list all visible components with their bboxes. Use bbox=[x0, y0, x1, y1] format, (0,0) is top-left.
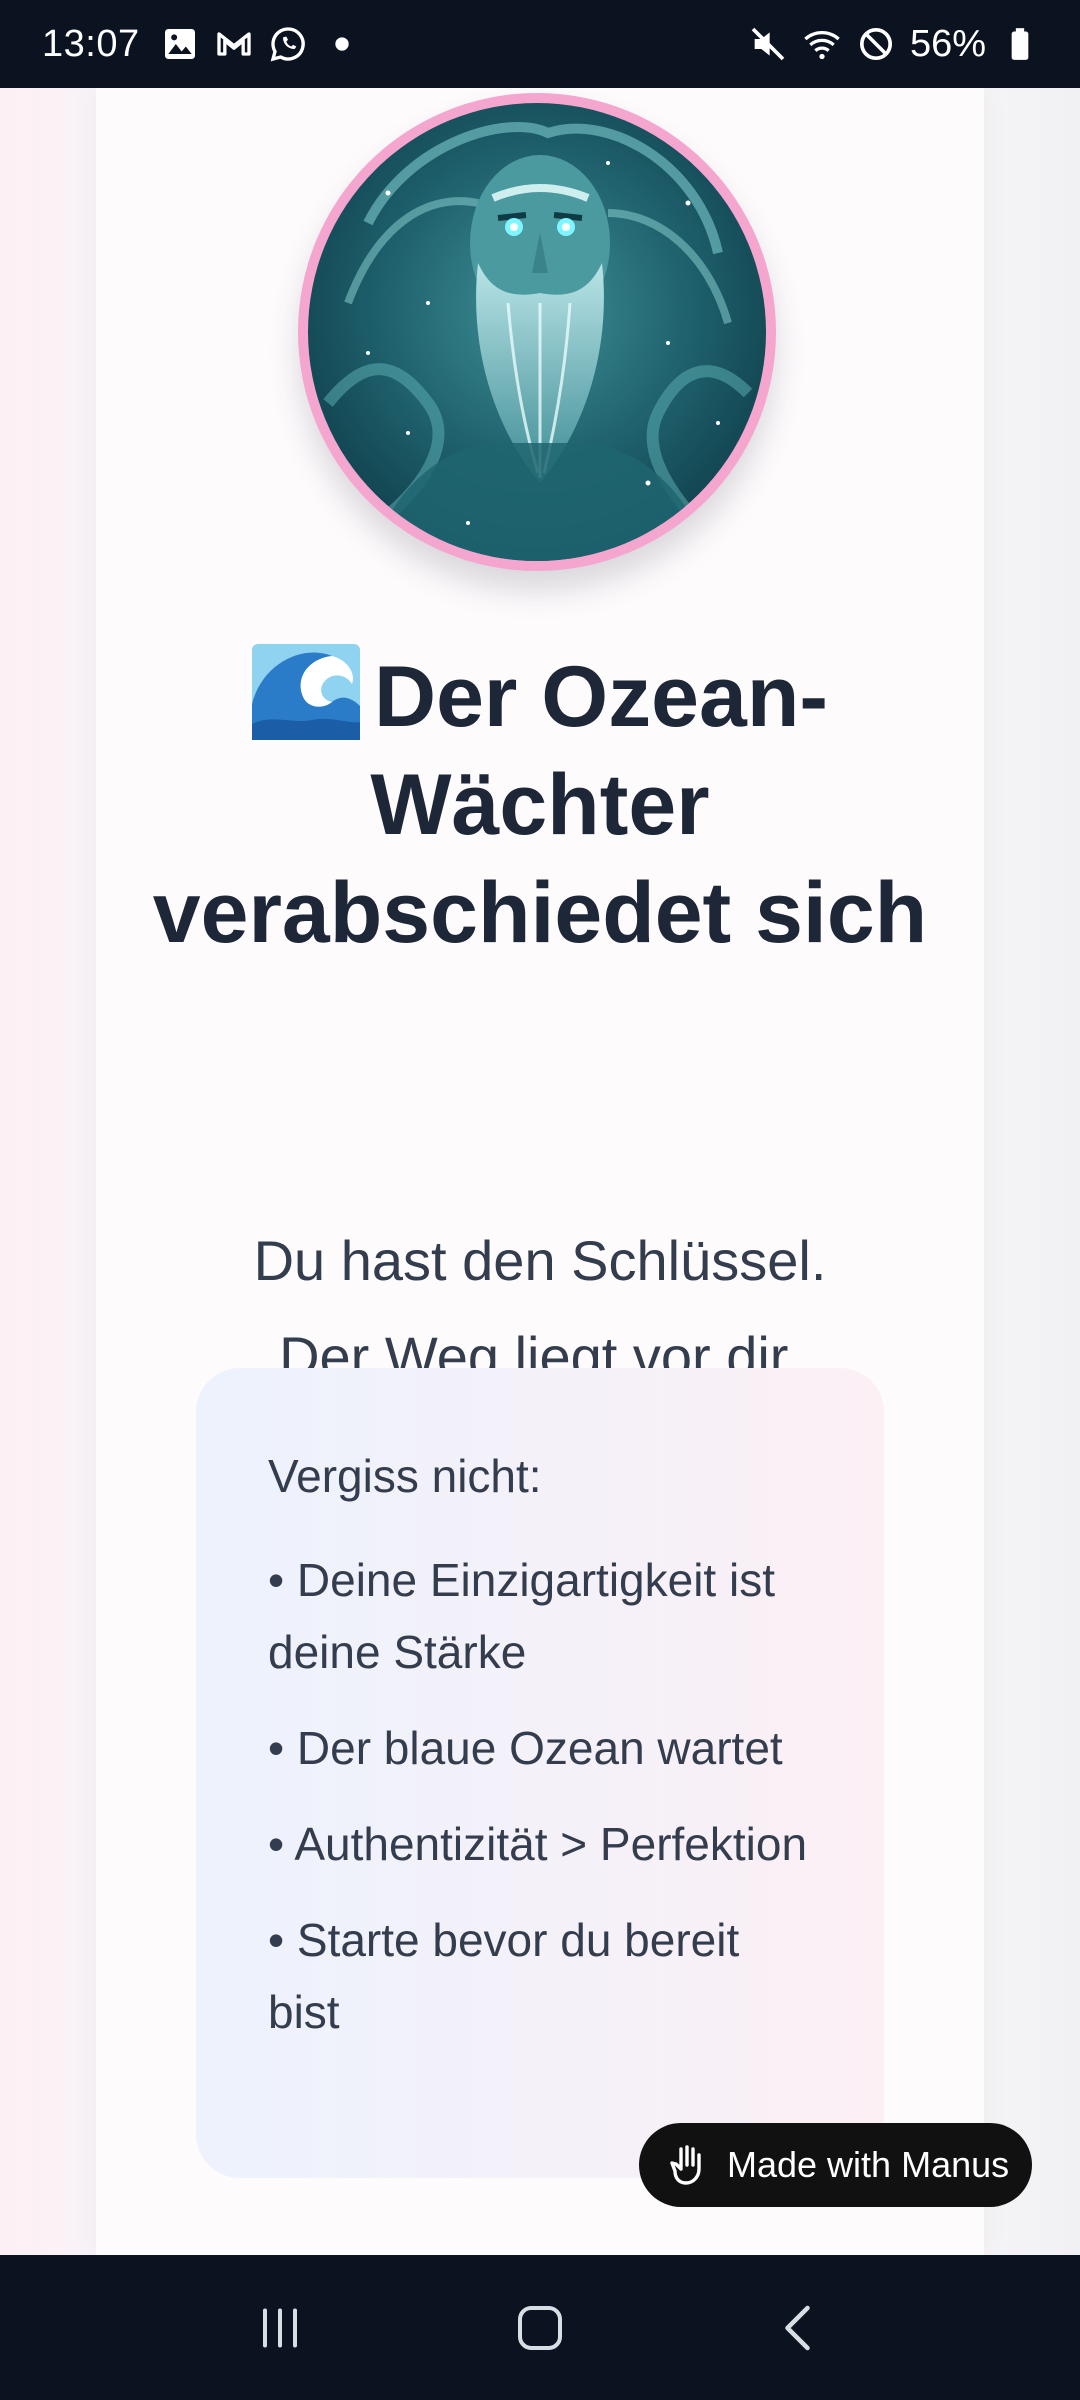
page-title: Der Ozean-Wächter verabschiedet sich bbox=[136, 643, 944, 967]
mute-icon bbox=[748, 24, 788, 64]
back-button[interactable] bbox=[760, 2288, 840, 2368]
reminder-heading: Vergiss nicht: bbox=[268, 1450, 542, 1502]
subtitle-line-1: Du hast den Schlüssel. bbox=[253, 1229, 827, 1292]
made-with-manus-label: Made with Manus bbox=[727, 2144, 1010, 2185]
reminder-item: • Authentizität > Perfektion bbox=[268, 1818, 808, 1870]
gmail-icon bbox=[214, 24, 254, 64]
navigation-bar bbox=[0, 2255, 1080, 2400]
battery-level: 56% bbox=[909, 22, 986, 65]
reminder-item: • Starte bevor du bereit bist bbox=[268, 1914, 740, 2038]
dot-icon bbox=[322, 24, 362, 64]
avatar-ring bbox=[298, 93, 776, 571]
home-button[interactable] bbox=[500, 2288, 580, 2368]
wave-icon bbox=[251, 644, 360, 740]
status-left: 13:07 bbox=[42, 23, 362, 66]
reminder-item: • Deine Einzigartigkeit ist deine Stärke bbox=[268, 1554, 775, 1678]
made-with-manus-button[interactable]: Made with Manus bbox=[639, 2123, 1032, 2207]
manus-hand-icon bbox=[665, 2141, 713, 2189]
recent-apps-button[interactable] bbox=[240, 2288, 320, 2368]
whatsapp-icon bbox=[268, 24, 308, 64]
ocean-guardian-avatar bbox=[308, 103, 766, 561]
do-not-disturb-icon bbox=[856, 24, 896, 64]
status-right: 56% bbox=[748, 23, 1040, 66]
reminder-item: • Der blaue Ozean wartet bbox=[268, 1722, 783, 1774]
battery-icon bbox=[1000, 24, 1040, 64]
gallery-icon bbox=[160, 24, 200, 64]
status-bar: 13:07 56% bbox=[0, 0, 1080, 88]
status-time: 13:07 bbox=[42, 22, 140, 65]
reminder-box: Vergiss nicht: • Deine Einzigartigkeit i… bbox=[196, 1368, 884, 2178]
content-card: Der Ozean-Wächter verabschiedet sich Du … bbox=[96, 88, 984, 2255]
wifi-icon bbox=[802, 24, 842, 64]
